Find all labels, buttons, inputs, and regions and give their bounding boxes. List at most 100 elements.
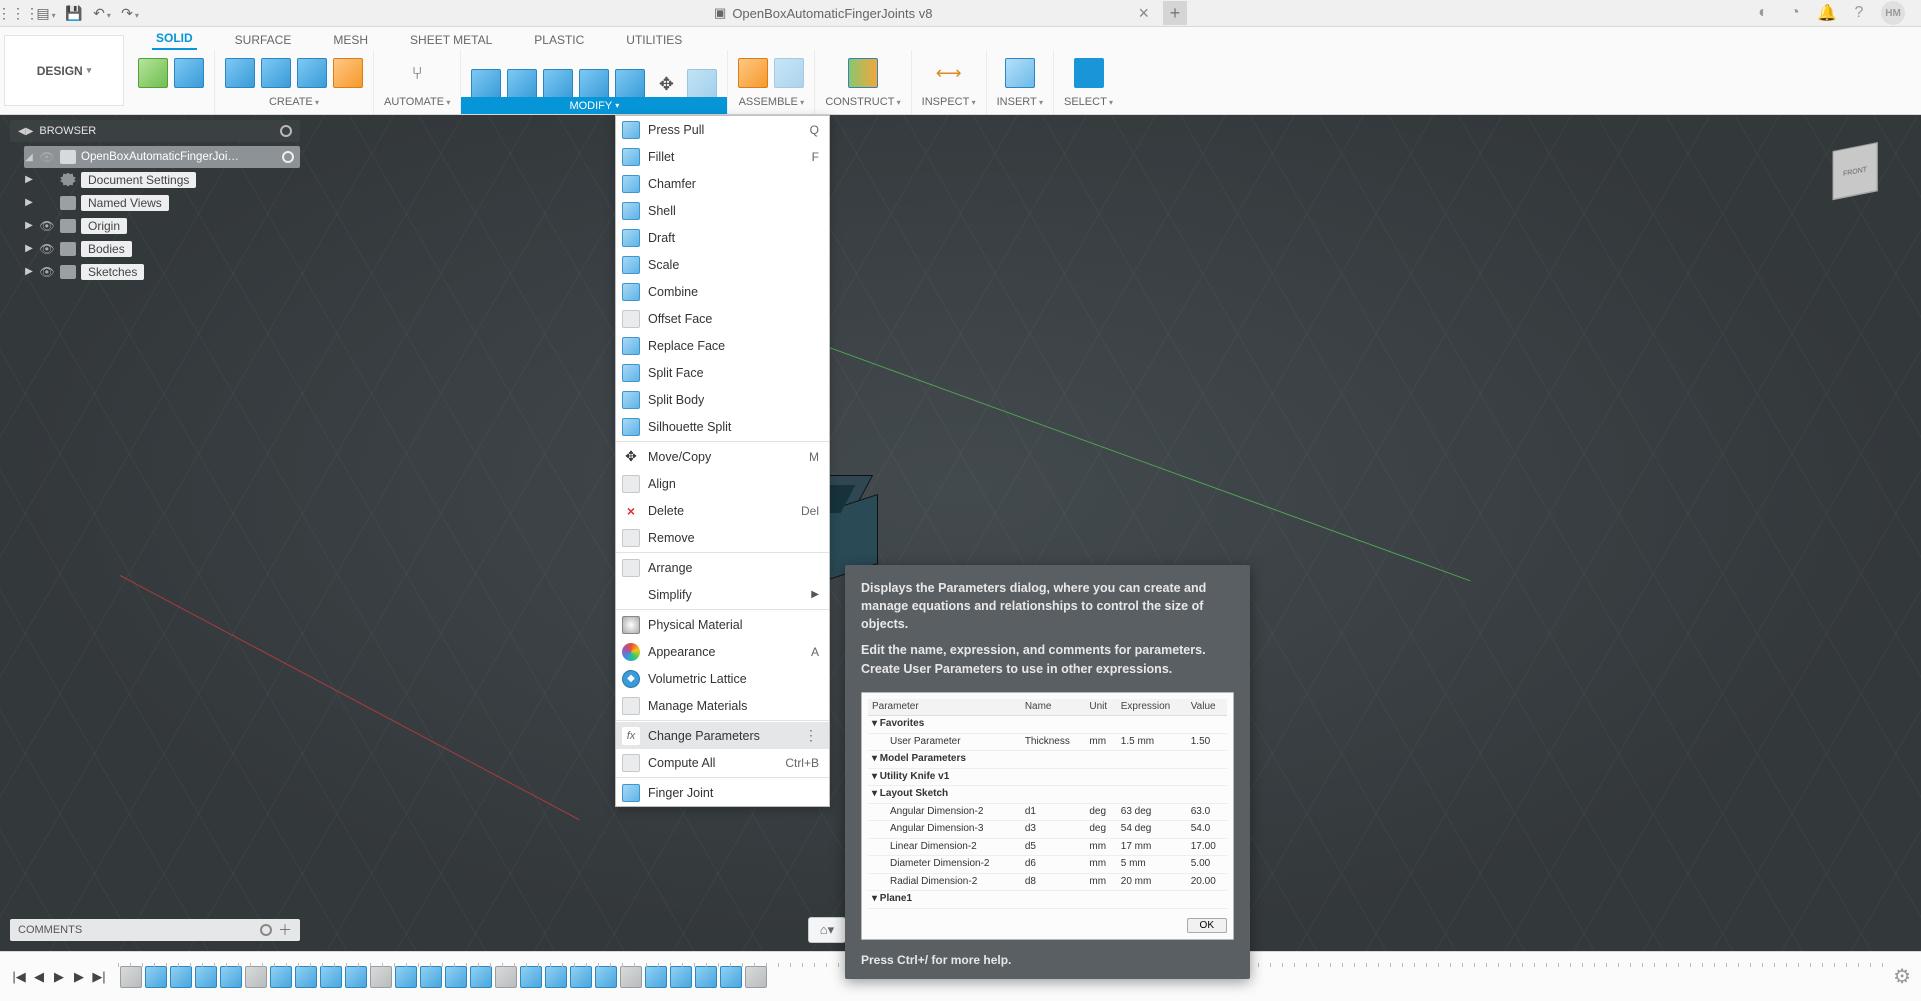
- visibility-icon[interactable]: 👁: [39, 220, 55, 232]
- workspace-dropdown[interactable]: DESIGN: [4, 35, 124, 106]
- timeline-feature[interactable]: [195, 966, 217, 988]
- timeline-feature[interactable]: [595, 966, 617, 988]
- tab-plastic[interactable]: PLASTIC: [530, 29, 588, 50]
- menu-item-fillet[interactable]: FilletF: [616, 143, 829, 170]
- revolve-icon[interactable]: [261, 58, 291, 88]
- joint-icon[interactable]: [774, 58, 804, 88]
- select-icon[interactable]: [1074, 58, 1104, 88]
- menu-item-remove[interactable]: Remove: [616, 524, 829, 551]
- menu-item-press-pull[interactable]: Press PullQ: [616, 116, 829, 143]
- timeline-feature[interactable]: [470, 966, 492, 988]
- fillet-icon[interactable]: [507, 69, 537, 99]
- tab-sheet-metal[interactable]: SHEET METAL: [406, 29, 496, 50]
- menu-item-combine[interactable]: Combine: [616, 278, 829, 305]
- timeline-feature[interactable]: [120, 966, 142, 988]
- twisty-icon[interactable]: ▶: [24, 243, 34, 254]
- timeline-feature[interactable]: [395, 966, 417, 988]
- browser-node[interactable]: ▶Document Settings: [24, 168, 300, 191]
- create-label[interactable]: CREATE: [269, 96, 319, 112]
- jobs-icon[interactable]: ◔: [1785, 3, 1805, 23]
- menu-item-split-face[interactable]: Split Face: [616, 359, 829, 386]
- menu-item-move-copy[interactable]: ✥Move/CopyM: [616, 443, 829, 470]
- tab-solid[interactable]: SOLID: [152, 27, 197, 50]
- twisty-icon[interactable]: ▶: [24, 220, 34, 231]
- insert-label[interactable]: INSERT: [997, 96, 1043, 112]
- automate-label[interactable]: AUTOMATE: [384, 96, 450, 112]
- timeline-feature[interactable]: [270, 966, 292, 988]
- timeline-feature[interactable]: [570, 966, 592, 988]
- timeline-feature[interactable]: [220, 966, 242, 988]
- menu-item-delete[interactable]: ×DeleteDel: [616, 497, 829, 524]
- browser-node[interactable]: ▶👁Sketches: [24, 260, 300, 283]
- construct-plane-icon[interactable]: [848, 58, 878, 88]
- twisty-icon[interactable]: ▶: [24, 197, 34, 208]
- construct-label[interactable]: CONSTRUCT: [825, 96, 900, 112]
- timeline-feature[interactable]: [620, 966, 642, 988]
- twisty-icon[interactable]: ▶: [24, 266, 34, 277]
- user-avatar[interactable]: HM: [1881, 1, 1905, 25]
- timeline-feature[interactable]: [745, 966, 767, 988]
- menu-item-manage-materials[interactable]: Manage Materials: [616, 692, 829, 719]
- combine-icon[interactable]: [579, 69, 609, 99]
- redo-icon[interactable]: ↷: [118, 2, 142, 24]
- menu-item-finger-joint[interactable]: Finger Joint: [616, 779, 829, 806]
- timeline-feature[interactable]: [645, 966, 667, 988]
- menu-item-physical-material[interactable]: Physical Material: [616, 611, 829, 638]
- extrude-icon[interactable]: [225, 58, 255, 88]
- timeline-feature[interactable]: [145, 966, 167, 988]
- browser-node[interactable]: ▶Named Views: [24, 191, 300, 214]
- browser-node[interactable]: ▶👁Origin: [24, 214, 300, 237]
- add-comment-icon[interactable]: ＋: [278, 920, 292, 940]
- comments-options-icon[interactable]: [260, 924, 272, 936]
- activate-icon[interactable]: [282, 151, 294, 163]
- menu-item-align[interactable]: Align: [616, 470, 829, 497]
- browser-node[interactable]: ▶👁Bodies: [24, 237, 300, 260]
- timeline-settings-icon[interactable]: ⚙: [1893, 964, 1911, 989]
- close-tab-icon[interactable]: ×: [1138, 3, 1149, 24]
- timeline-feature[interactable]: [545, 966, 567, 988]
- menu-item-replace-face[interactable]: Replace Face: [616, 332, 829, 359]
- browser-header[interactable]: ◀▶ BROWSER: [10, 120, 300, 142]
- menu-item-offset-face[interactable]: Offset Face: [616, 305, 829, 332]
- timeline-feature[interactable]: [695, 966, 717, 988]
- help-icon[interactable]: ?: [1849, 3, 1869, 23]
- modify-dropdown-label[interactable]: MODIFY: [461, 97, 727, 114]
- timeline-fwd-icon[interactable]: ▶: [70, 966, 88, 988]
- insert-image-icon[interactable]: [1005, 58, 1035, 88]
- create-box-icon[interactable]: [174, 58, 204, 88]
- timeline-feature[interactable]: [495, 966, 517, 988]
- file-new-icon[interactable]: ▤: [34, 2, 58, 24]
- menu-item-silhouette-split[interactable]: Silhouette Split: [616, 413, 829, 440]
- menu-item-appearance[interactable]: AppearanceA: [616, 638, 829, 665]
- timeline-feature[interactable]: [295, 966, 317, 988]
- undo-icon[interactable]: ↶: [90, 2, 114, 24]
- timeline-feature[interactable]: [170, 966, 192, 988]
- shell-icon[interactable]: [543, 69, 573, 99]
- assemble-label[interactable]: ASSEMBLE: [739, 96, 805, 112]
- grid-apps-icon[interactable]: ⋮⋮⋮: [6, 2, 30, 24]
- menu-item-chamfer[interactable]: Chamfer: [616, 170, 829, 197]
- browser-root[interactable]: ◢ 👁 OpenBoxAutomaticFingerJoi…: [24, 146, 300, 168]
- extensions-icon[interactable]: ◐: [1753, 3, 1773, 23]
- inspect-label[interactable]: INSPECT: [922, 96, 976, 112]
- visibility-icon[interactable]: 👁: [39, 266, 55, 278]
- menu-item-draft[interactable]: Draft: [616, 224, 829, 251]
- comments-panel[interactable]: COMMENTS ＋: [10, 919, 300, 941]
- timeline-feature[interactable]: [370, 966, 392, 988]
- notifications-icon[interactable]: 🔔: [1817, 3, 1837, 23]
- twisty-icon[interactable]: ◢: [24, 152, 34, 163]
- tab-mesh[interactable]: MESH: [329, 29, 372, 50]
- select-label[interactable]: SELECT: [1064, 96, 1113, 112]
- timeline-feature[interactable]: [445, 966, 467, 988]
- menu-item-simplify[interactable]: Simplify▶: [616, 581, 829, 608]
- menu-item-change-parameters[interactable]: fxChange Parameters⋮: [616, 722, 829, 749]
- timeline-feature[interactable]: [720, 966, 742, 988]
- sweep-icon[interactable]: [297, 58, 327, 88]
- timeline-feature[interactable]: [670, 966, 692, 988]
- navigation-bar-icon[interactable]: ⌂▾: [808, 917, 846, 943]
- emboss-icon[interactable]: [333, 58, 363, 88]
- timeline-feature[interactable]: [245, 966, 267, 988]
- timeline-feature[interactable]: [320, 966, 342, 988]
- create-sketch-icon[interactable]: [138, 58, 168, 88]
- timeline-back-icon[interactable]: ◀: [30, 966, 48, 988]
